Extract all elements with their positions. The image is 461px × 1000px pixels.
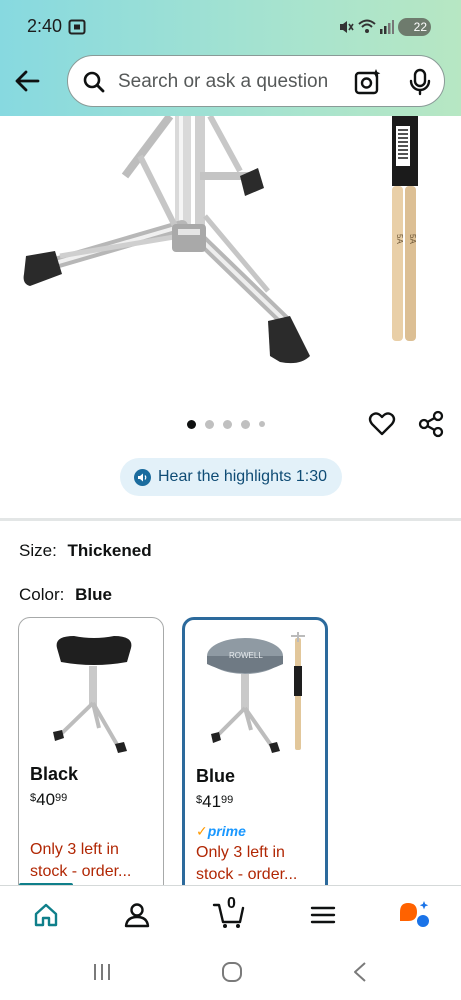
brand-label: ROWELL [229, 651, 263, 660]
hear-highlights-button[interactable]: Hear the highlights 1:30 [120, 458, 342, 496]
stock-warning: Only 3 left in stock - order... [30, 841, 132, 880]
status-time: 2:40 [27, 16, 63, 36]
screenshot-icon [68, 19, 86, 35]
drumstick-label: 5A [395, 234, 404, 244]
option-name: Black [30, 764, 79, 784]
search-input[interactable] [118, 68, 348, 96]
search-icon [83, 71, 105, 93]
bottom-navigation: 0 [0, 885, 461, 945]
carousel-dot[interactable] [187, 419, 196, 429]
microphone-icon[interactable] [408, 68, 432, 96]
color-option-blue[interactable]: ROWELL Blue $4199 ✓prime Only 3 left in … [182, 617, 328, 897]
speaker-icon [134, 468, 151, 486]
carousel-dot[interactable] [205, 419, 214, 429]
color-option-black[interactable]: Black $4099 Only 3 left in stock - order… [18, 617, 164, 897]
share-icon[interactable] [417, 410, 445, 438]
size-label: Size: [19, 541, 57, 560]
camera-search-icon[interactable] [354, 68, 382, 96]
size-selector: Size: Thickened [19, 541, 152, 561]
cart-button[interactable]: 0 [212, 895, 248, 930]
status-bar: 2:40 22 [0, 0, 461, 52]
cart-count: 0 [227, 895, 236, 912]
rufus-assistant-icon[interactable] [398, 899, 432, 929]
size-value: Thickened [67, 541, 152, 560]
stock-warning: Only 3 left in stock - order... [196, 844, 298, 883]
option-price: $4199 [196, 792, 234, 811]
carousel-indicator [187, 419, 265, 429]
system-back-icon[interactable] [351, 961, 369, 983]
blue-throne-image: ROWELL [207, 632, 305, 753]
home-icon[interactable] [32, 901, 60, 929]
hear-highlights-label: Hear the highlights 1:30 [158, 468, 327, 485]
carousel-dot[interactable] [223, 419, 232, 429]
search-bar[interactable] [67, 55, 445, 107]
product-image-carousel[interactable]: 5A 5A [0, 116, 461, 396]
account-icon[interactable] [123, 901, 151, 929]
heart-icon[interactable] [368, 410, 396, 438]
option-price: $4099 [30, 790, 68, 809]
section-divider [0, 518, 461, 521]
wifi-icon [358, 19, 376, 33]
black-throne-image [53, 636, 132, 753]
color-selector: Color: Blue [19, 585, 112, 605]
recent-apps-icon[interactable] [91, 962, 113, 982]
color-label: Color: [19, 585, 65, 604]
prime-check-icon: ✓ [196, 823, 208, 839]
option-name: Blue [196, 766, 236, 786]
color-value: Blue [75, 585, 112, 604]
system-navigation-bar [0, 945, 461, 1000]
app-header: 2:40 22 [0, 0, 461, 116]
back-arrow-icon[interactable] [12, 66, 42, 96]
home-circle-icon[interactable] [221, 961, 243, 983]
prime-badge: ✓prime [196, 823, 246, 839]
signal-icon [380, 20, 394, 34]
drumstick-label: 5A [408, 234, 417, 244]
carousel-dot[interactable] [259, 421, 265, 427]
menu-icon[interactable] [310, 901, 336, 929]
drum-throne-image: 5A 5A [23, 116, 418, 364]
mute-icon [340, 21, 354, 33]
battery-indicator: 22 [398, 18, 431, 36]
carousel-dot[interactable] [241, 419, 250, 429]
